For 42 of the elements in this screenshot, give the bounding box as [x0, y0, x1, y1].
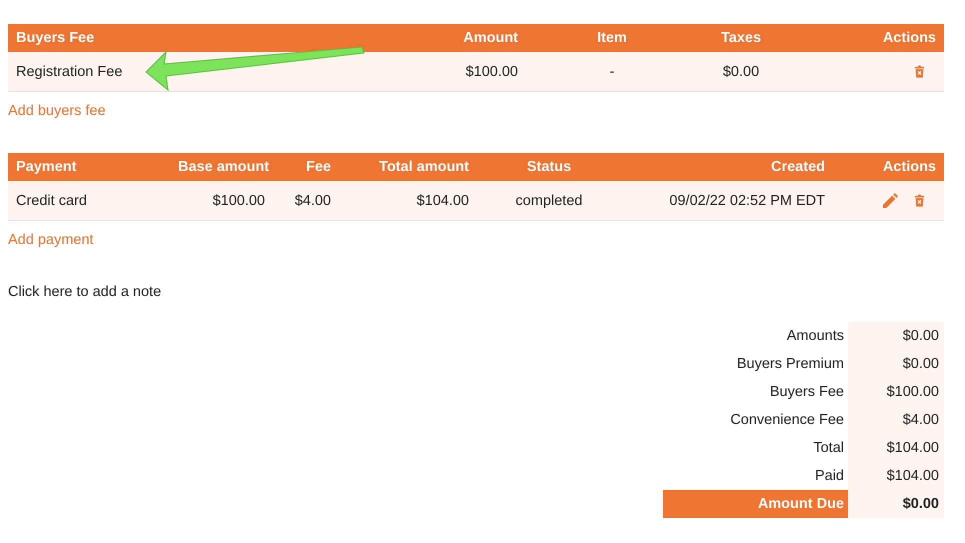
column-header: Created: [621, 153, 833, 181]
table-cell: $100.00: [466, 64, 518, 80]
column-header: Payment: [8, 153, 170, 181]
table-cell: Registration Fee: [16, 64, 122, 80]
column-header: Status: [477, 153, 621, 181]
table-cell: -: [610, 64, 614, 80]
summary-label: Total: [812, 439, 845, 458]
table-cell: $104.00: [416, 192, 469, 208]
summary-label: Paid: [814, 467, 845, 486]
summary-value: $0.00: [848, 490, 944, 518]
summary-label: Convenience Fee: [729, 411, 845, 430]
summary-value: $4.00: [848, 406, 944, 434]
add-link[interactable]: Add payment: [8, 229, 94, 251]
table-cell: completed: [516, 192, 582, 208]
table-cell: Credit card: [16, 192, 87, 208]
summary-value: $104.00: [848, 434, 944, 462]
summary-value: $0.00: [848, 350, 944, 378]
table-cell: 09/02/22 02:52 PM EDT: [669, 192, 825, 208]
summary-value: $0.00: [848, 322, 944, 350]
amount-due-label: Amount Due: [663, 490, 848, 518]
column-header: Buyers Fee: [8, 24, 420, 52]
table-cell: $0.00: [722, 64, 760, 80]
column-header: Total amount: [339, 153, 477, 181]
column-header: Actions: [784, 24, 944, 52]
add-link[interactable]: Add buyers fee: [8, 100, 106, 122]
column-header: Base amount: [170, 153, 273, 181]
trash-icon[interactable]: [914, 194, 925, 207]
column-header: Fee: [273, 153, 339, 181]
add-note-link[interactable]: Click here to add a note: [8, 281, 162, 303]
summary-value: $100.00: [848, 378, 944, 406]
trash-icon[interactable]: [914, 65, 925, 78]
table-cell: $4.00: [294, 192, 331, 208]
table-cell: $100.00: [212, 192, 265, 208]
column-header: Amount: [420, 24, 526, 52]
summary-label: Buyers Premium: [736, 355, 845, 374]
column-header: Actions: [833, 153, 944, 181]
summary-label: Buyers Fee: [768, 383, 845, 402]
column-header: Taxes: [698, 24, 784, 52]
summary-value: $104.00: [848, 462, 944, 490]
pencil-icon[interactable]: [883, 193, 898, 208]
summary-label: Amounts: [786, 327, 845, 346]
column-header: Item: [526, 24, 698, 52]
